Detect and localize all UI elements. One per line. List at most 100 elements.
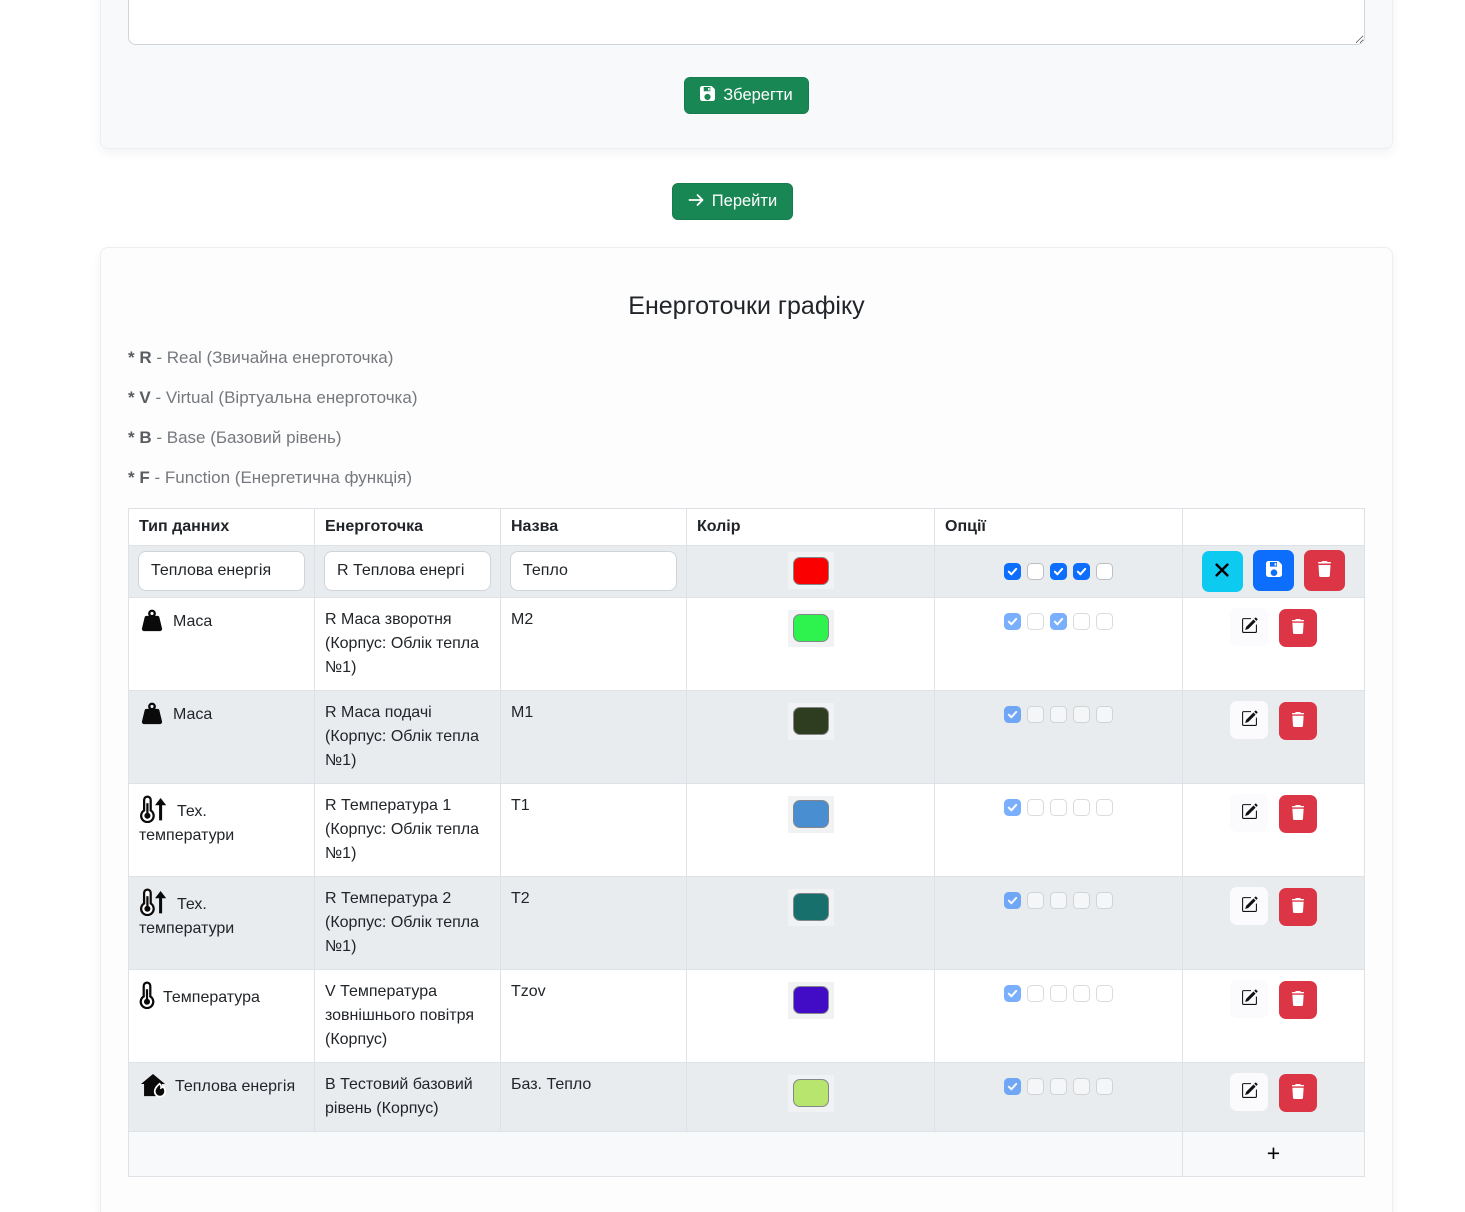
edit-button[interactable] [1230, 887, 1268, 925]
save-button[interactable]: Зберегти [684, 77, 809, 114]
type-cell: Маса [129, 690, 315, 783]
arrow-right-icon [688, 192, 704, 212]
color-picker-input[interactable] [788, 703, 834, 740]
color-picker-input[interactable] [788, 889, 834, 926]
go-button-label: Перейти [712, 193, 777, 210]
option-checkbox-checked [1004, 985, 1021, 1002]
table-row: Маса R Маса подачі (Корпус: Облік тепла … [129, 690, 1365, 783]
color-picker-input[interactable] [788, 552, 834, 589]
edit-type-cell [129, 546, 315, 598]
delete-button[interactable] [1279, 888, 1317, 926]
color-picker-input[interactable] [788, 1075, 834, 1112]
option-checkbox-checked[interactable] [1050, 563, 1067, 580]
delete-button[interactable] [1279, 1074, 1317, 1112]
name-label: Баз. Тепло [511, 1076, 591, 1093]
delete-button[interactable] [1279, 981, 1317, 1019]
type-cell: Теплова енергія [129, 1062, 315, 1131]
type-cell: Тех. температури [129, 876, 315, 969]
option-checkbox [1096, 799, 1113, 816]
edit-actions-cell [1183, 546, 1365, 598]
page: Зберегти Перейти Енерготочки графіку * R… [0, 0, 1465, 1212]
point-cell: R Маса зворотня (Корпус: Облік тепла №1) [315, 597, 501, 690]
edit-point-input[interactable] [324, 551, 491, 591]
option-checkbox [1050, 985, 1067, 1002]
option-checkbox [1050, 706, 1067, 723]
delete-row-button[interactable] [1304, 550, 1345, 591]
legend-item-real: * R - Real (Звичайна енерготочка) [128, 348, 1365, 368]
house-fire-icon [139, 1073, 167, 1099]
option-checkbox[interactable] [1096, 563, 1113, 580]
actions-cell [1183, 597, 1365, 690]
options-cell [935, 876, 1183, 969]
header-color: Колір [687, 509, 935, 546]
save-row-button[interactable] [1253, 550, 1294, 591]
option-checkbox-checked [1004, 892, 1021, 909]
option-checkbox-checked[interactable] [1004, 563, 1021, 580]
point-label: R Температура 1 (Корпус: Облік тепла №1) [325, 797, 479, 862]
panel-title: Енерготочки графіку [128, 292, 1365, 321]
name-label: T2 [511, 890, 530, 907]
color-cell [687, 597, 935, 690]
color-picker-input[interactable] [788, 610, 834, 647]
legend-item-virtual: * V - Virtual (Віртуальна енерготочка) [128, 388, 1365, 408]
weight-icon [139, 701, 165, 727]
option-checkbox-checked [1004, 799, 1021, 816]
actions-cell [1183, 783, 1365, 876]
cancel-button[interactable] [1202, 551, 1243, 592]
options-cell [935, 1062, 1183, 1131]
point-cell: V Температура зовнішнього повітря (Корпу… [315, 969, 501, 1062]
point-label: R Маса подачі (Корпус: Облік тепла №1) [325, 704, 479, 769]
option-checkbox-checked[interactable] [1073, 563, 1090, 580]
type-label: Температура [163, 989, 260, 1006]
option-checkbox[interactable] [1027, 563, 1044, 580]
edit-options-cell [935, 546, 1183, 598]
name-cell: M2 [501, 597, 687, 690]
delete-button[interactable] [1279, 609, 1317, 647]
option-checkbox-checked [1050, 613, 1067, 630]
option-checkbox [1073, 613, 1090, 630]
option-checkbox [1073, 706, 1090, 723]
legend-item-function: * F - Function (Енергетична функція) [128, 468, 1365, 488]
color-picker-input[interactable] [788, 982, 834, 1019]
delete-button[interactable] [1279, 795, 1317, 833]
notes-textarea[interactable] [128, 0, 1365, 45]
edit-button[interactable] [1230, 1073, 1268, 1111]
type-cell: Тех. температури [129, 783, 315, 876]
delete-button[interactable] [1279, 702, 1317, 740]
header-name: Назва [501, 509, 687, 546]
actions-cell [1183, 876, 1365, 969]
energy-points-panel: Енерготочки графіку * R - Real (Звичайна… [100, 247, 1393, 1212]
type-cell: Маса [129, 597, 315, 690]
color-cell [687, 969, 935, 1062]
edit-button[interactable] [1230, 608, 1268, 646]
pencil-square-icon [1241, 1082, 1258, 1102]
option-checkbox [1096, 892, 1113, 909]
option-checkbox [1050, 892, 1067, 909]
color-cell [687, 876, 935, 969]
edit-button[interactable] [1230, 980, 1268, 1018]
edit-type-input[interactable] [138, 551, 305, 591]
option-checkbox [1027, 985, 1044, 1002]
header-options: Опції [935, 509, 1183, 546]
edit-name-input[interactable] [510, 551, 677, 591]
floppy-save-icon [700, 86, 715, 105]
pencil-square-icon [1241, 989, 1258, 1009]
edit-button[interactable] [1230, 794, 1268, 832]
actions-cell [1183, 969, 1365, 1062]
edit-button[interactable] [1230, 701, 1268, 739]
color-picker-input[interactable] [788, 796, 834, 833]
option-checkbox [1073, 799, 1090, 816]
floppy-save-icon [1266, 561, 1282, 580]
add-point-button[interactable]: + [1267, 1139, 1280, 1167]
point-cell: B Тестовий базовий рівень (Корпус) [315, 1062, 501, 1131]
option-checkbox [1027, 706, 1044, 723]
header-type: Тип данних [129, 509, 315, 546]
go-button[interactable]: Перейти [672, 183, 793, 221]
legend-item-base: * B - Base (Базовий рівень) [128, 428, 1365, 448]
option-checkbox [1027, 799, 1044, 816]
option-checkbox [1050, 1078, 1067, 1095]
option-checkbox [1073, 985, 1090, 1002]
option-checkbox [1050, 799, 1067, 816]
add-row: + [129, 1131, 1365, 1176]
options-cell [935, 969, 1183, 1062]
